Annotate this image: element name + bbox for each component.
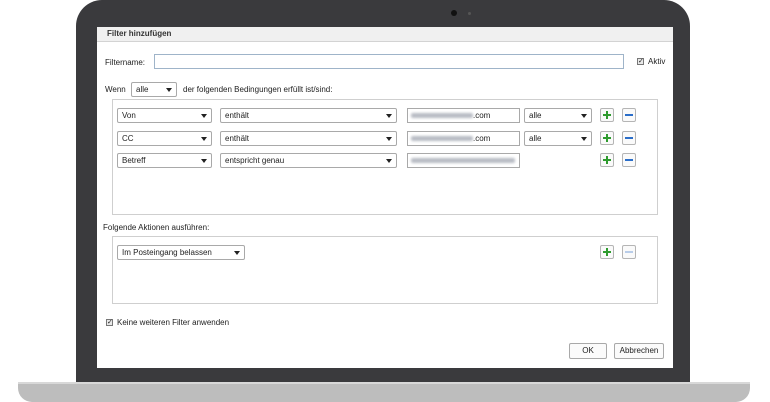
add-condition-button[interactable] (600, 108, 614, 122)
camera-indicator-icon (468, 12, 471, 15)
condition-operator-select[interactable]: entspricht genau (220, 153, 397, 168)
condition-value-suffix: .com (473, 111, 491, 120)
condition-field-select[interactable]: CC (117, 131, 212, 146)
actions-label: Folgende Aktionen ausführen: (103, 223, 210, 232)
redacted-text (411, 136, 473, 142)
condition-operator-value: enthält (225, 134, 250, 143)
filtername-label: Filtername: (105, 58, 146, 67)
condition-field-value: Betreff (122, 156, 146, 165)
remove-condition-button[interactable] (622, 153, 636, 167)
stop-filters-label: Keine weiteren Filter anwenden (117, 318, 230, 327)
checkmark-icon: ✓ (107, 319, 113, 326)
action-value: Im Posteingang belassen (122, 248, 212, 257)
cancel-button[interactable]: Abbrechen (614, 343, 664, 359)
condition-field-select[interactable]: Betreff (117, 153, 212, 168)
match-mode-select[interactable]: alle (131, 82, 177, 97)
actions-panel: Im Posteingang belassen (112, 236, 658, 304)
ok-button[interactable]: OK (569, 343, 607, 359)
chevron-down-icon (201, 114, 207, 118)
conditions-prefix: Wenn (105, 85, 126, 94)
redacted-text (411, 113, 473, 119)
chevron-down-icon (201, 159, 207, 163)
laptop-base (18, 384, 750, 402)
condition-scope-value: alle (529, 134, 542, 143)
condition-operator-value: enthält (225, 111, 250, 120)
conditions-panel: Von enthält .com alle CC enthält .com al… (112, 99, 658, 215)
stop-filters-checkbox[interactable]: ✓ (106, 319, 113, 326)
condition-operator-select[interactable]: enthält (220, 108, 397, 123)
condition-value-input[interactable]: .com (407, 131, 520, 146)
active-checkbox[interactable]: ✓ (637, 58, 644, 65)
add-condition-button[interactable] (600, 153, 614, 167)
condition-scope-select[interactable]: alle (524, 108, 592, 123)
chevron-down-icon (166, 88, 172, 92)
condition-operator-value: entspricht genau (225, 156, 285, 165)
redacted-text (411, 158, 515, 164)
condition-scope-value: alle (529, 111, 542, 120)
condition-value-input[interactable]: .com (407, 108, 520, 123)
add-condition-button[interactable] (600, 131, 614, 145)
remove-condition-button[interactable] (622, 131, 636, 145)
remove-action-button[interactable] (622, 245, 636, 259)
action-select[interactable]: Im Posteingang belassen (117, 245, 245, 260)
checkmark-icon: ✓ (638, 58, 644, 65)
condition-field-value: CC (122, 134, 134, 143)
condition-value-suffix: .com (473, 134, 491, 143)
add-action-button[interactable] (600, 245, 614, 259)
camera-icon (451, 10, 457, 16)
chevron-down-icon (386, 114, 392, 118)
chevron-down-icon (234, 251, 240, 255)
match-mode-value: alle (136, 85, 149, 94)
chevron-down-icon (201, 137, 207, 141)
filter-dialog: Filter hinzufügen Filtername: ✓ Aktiv We… (97, 27, 673, 368)
chevron-down-icon (386, 159, 392, 163)
condition-field-value: Von (122, 111, 136, 120)
remove-condition-button[interactable] (622, 108, 636, 122)
condition-field-select[interactable]: Von (117, 108, 212, 123)
chevron-down-icon (581, 137, 587, 141)
condition-scope-select[interactable]: alle (524, 131, 592, 146)
dialog-titlebar: Filter hinzufügen (97, 27, 673, 42)
chevron-down-icon (386, 137, 392, 141)
chevron-down-icon (581, 114, 587, 118)
active-label: Aktiv (648, 57, 666, 66)
conditions-suffix: der folgenden Bedingungen erfüllt ist/si… (183, 85, 333, 94)
condition-operator-select[interactable]: enthält (220, 131, 397, 146)
condition-value-input[interactable] (407, 153, 520, 168)
dialog-title: Filter hinzufügen (107, 29, 172, 38)
filtername-input[interactable] (154, 54, 624, 69)
